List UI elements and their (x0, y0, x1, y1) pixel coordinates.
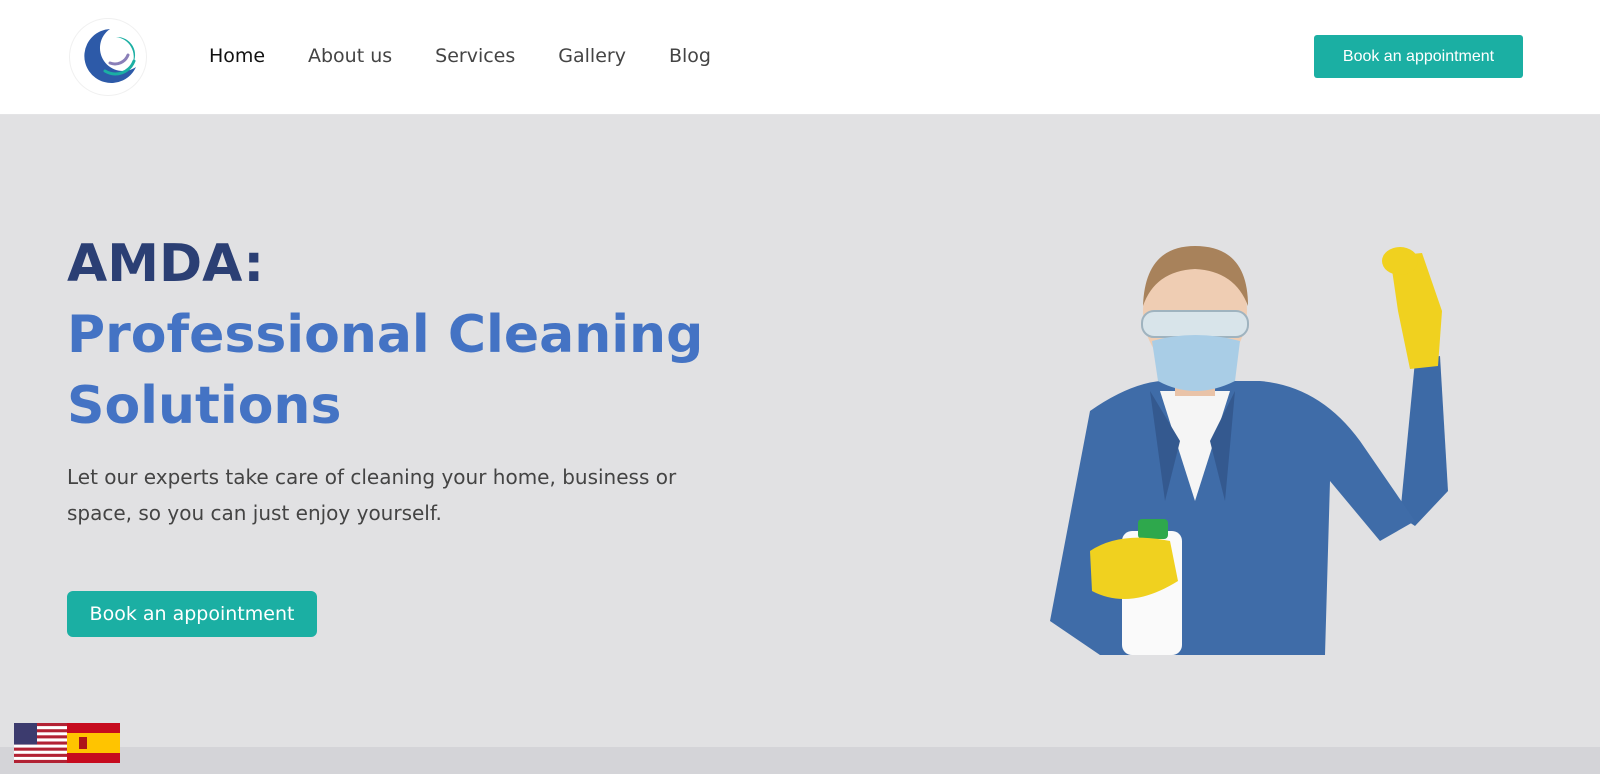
nav-services[interactable]: Services (435, 44, 515, 68)
hero-brand: AMDA: (67, 234, 265, 294)
logo-icon[interactable] (70, 19, 146, 95)
nav-gallery[interactable]: Gallery (558, 44, 626, 68)
spain-flag-icon[interactable] (67, 723, 120, 763)
hero-title: AMDA: Professional Cleaning Solutions (67, 229, 707, 442)
nav-blog[interactable]: Blog (669, 44, 711, 68)
header-book-appointment-button[interactable]: Book an appointment (1314, 35, 1523, 78)
main-nav: Home About us Services Gallery Blog (209, 44, 754, 68)
hero-book-appointment-button[interactable]: Book an appointment (67, 591, 317, 637)
next-section-strip (0, 747, 1600, 774)
site-header: Home About us Services Gallery Blog Book… (0, 0, 1600, 115)
nav-home[interactable]: Home (209, 44, 265, 68)
us-flag-icon[interactable] (14, 723, 67, 763)
nav-about-us[interactable]: About us (308, 44, 392, 68)
cleaner-woman-image (1030, 241, 1480, 655)
hero-section: AMDA: Professional Cleaning Solutions Le… (0, 115, 1600, 747)
language-switcher (14, 723, 120, 763)
hero-tagline: Professional Cleaning Solutions (67, 305, 704, 436)
hero-description: Let our experts take care of cleaning yo… (67, 465, 677, 525)
